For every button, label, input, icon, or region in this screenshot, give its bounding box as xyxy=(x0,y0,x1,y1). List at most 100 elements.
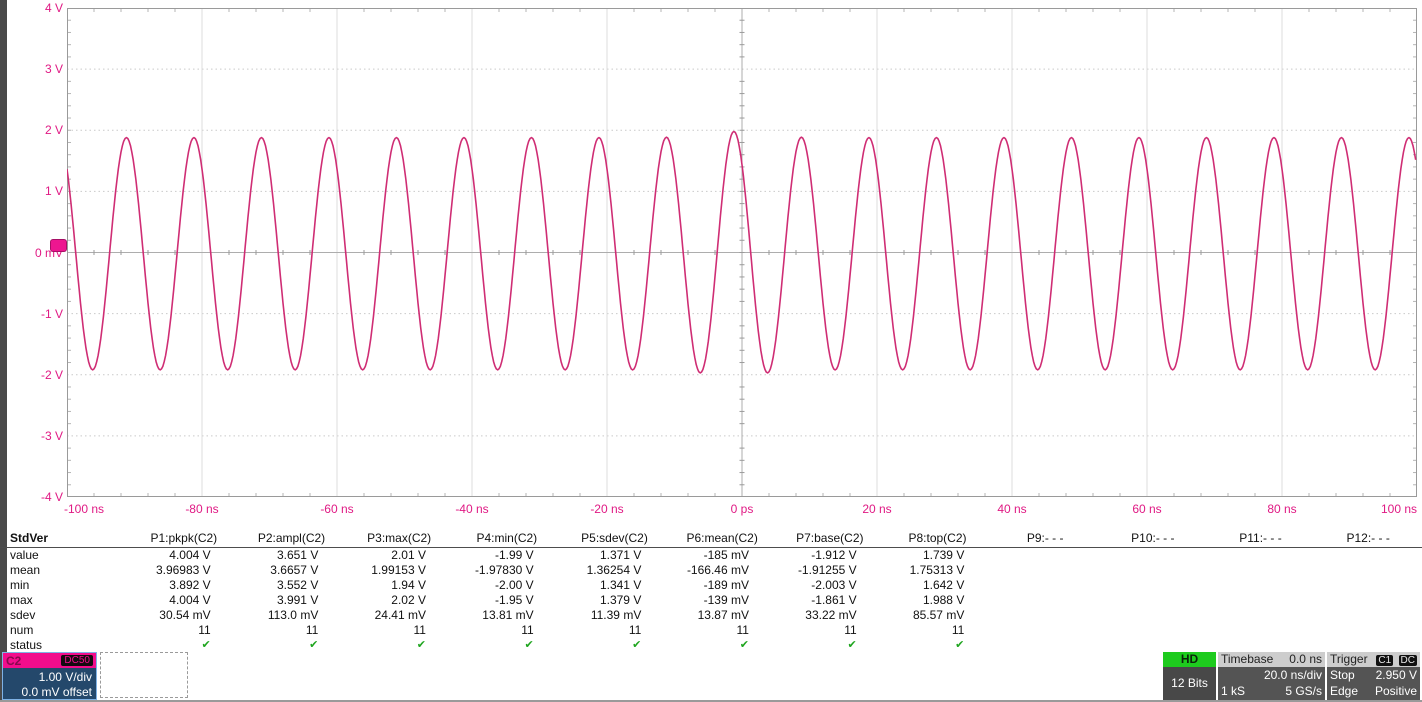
time-label: 100 ns xyxy=(1380,502,1417,516)
measure-row-label: sdev xyxy=(10,608,36,622)
measure-cell: 11 xyxy=(413,623,426,637)
channel2-descriptor-body: 1.00 V/div 0.0 mV offset xyxy=(3,668,96,700)
table-corner-label: StdVer xyxy=(10,531,49,545)
measure-cell: 85.57 mV xyxy=(912,608,965,622)
measure-cell: ✔ xyxy=(847,639,857,651)
measure-cell: -1.861 V xyxy=(811,593,857,607)
trigger-body: Stop 2.950 V Edge Positive xyxy=(1327,667,1420,700)
measure-cell: 2.01 V xyxy=(391,548,426,562)
measure-column-header[interactable]: P3:max(C2) xyxy=(345,530,453,547)
volt-label: -3 V xyxy=(40,428,63,443)
measure-cell xyxy=(991,563,1099,578)
hd-acquisition-box[interactable]: HD 12 Bits xyxy=(1163,652,1216,700)
measure-cell xyxy=(1207,608,1315,623)
measure-cell: 1.371 V xyxy=(599,548,642,562)
measure-cell xyxy=(991,638,1099,653)
measure-cell xyxy=(1207,548,1315,563)
measure-cell: ✔ xyxy=(632,639,642,651)
measure-cell xyxy=(1207,563,1315,578)
measure-cell: 1.379 V xyxy=(599,593,642,607)
measure-column-header[interactable]: P4:min(C2) xyxy=(453,530,561,547)
measure-cell: ✔ xyxy=(416,639,426,651)
measure-cell: -1.97830 V xyxy=(474,563,534,577)
measure-row-label: min xyxy=(10,578,30,592)
measure-cell: 11 xyxy=(844,623,857,637)
measure-cell xyxy=(1207,638,1315,653)
measure-cell xyxy=(1314,638,1422,653)
trigger-coupling-badge: DC xyxy=(1398,655,1417,666)
measure-cell: ✔ xyxy=(739,639,749,651)
measure-row: mean 3.96983 V 3.6657 V 1.99153 V -1.97830 V… xyxy=(0,563,1422,578)
measure-column-header[interactable]: P2:ampl(C2) xyxy=(238,530,346,547)
hd-bits-label: 12 Bits xyxy=(1171,676,1208,690)
timebase-title: Timebase xyxy=(1221,652,1274,666)
measure-column-header[interactable]: P5:sdev(C2) xyxy=(561,530,669,547)
waveform-graticule[interactable] xyxy=(66,8,1417,497)
timebase-samples: 1 kS xyxy=(1221,684,1246,698)
measure-column-header[interactable]: P7:base(C2) xyxy=(776,530,884,547)
measure-cell: 3.6657 V xyxy=(270,563,319,577)
measure-cell: 3.96983 V xyxy=(155,563,211,577)
measure-cell: 1.988 V xyxy=(922,593,965,607)
measure-cell: 13.81 mV xyxy=(482,608,534,622)
measurement-table: StdVer P1:pkpk(C2) P2:ampl(C2) P3:max(C2) P4… xyxy=(0,530,1422,653)
measure-cell: 33.22 mV xyxy=(805,608,857,622)
volt-label: -1 V xyxy=(40,306,63,321)
measure-cell: -139 mV xyxy=(703,593,749,607)
measure-cell: 11 xyxy=(521,623,534,637)
time-label: -100 ns xyxy=(64,502,105,516)
measure-cell: 11.39 mV xyxy=(590,608,642,622)
measure-column-header[interactable]: P1:pkpk(C2) xyxy=(130,530,238,547)
channel2-descriptor-box[interactable]: C2 DC50 1.00 V/div 0.0 mV offset xyxy=(2,652,97,700)
trigger-header: Trigger C1 DC xyxy=(1327,652,1420,667)
measure-row: num 11 11 11 11 11 11 11 11 xyxy=(0,623,1422,638)
measure-cell: 1.75313 V xyxy=(909,563,965,577)
measure-column-header[interactable]: P10:- - - xyxy=(1099,530,1207,547)
measure-cell xyxy=(1314,593,1422,608)
measure-column-header[interactable]: P9:- - - xyxy=(991,530,1099,547)
measure-cell: 4.004 V xyxy=(169,593,211,607)
measure-cell: 1.36254 V xyxy=(586,563,642,577)
measure-cell: 4.004 V xyxy=(169,548,211,562)
waveform-plot xyxy=(66,8,1417,497)
measure-cell xyxy=(1099,578,1207,593)
measure-cell: ✔ xyxy=(524,639,534,651)
measure-cell: -1.91255 V xyxy=(797,563,857,577)
measure-cell: 1.341 V xyxy=(599,578,642,592)
time-label: -60 ns xyxy=(320,502,354,516)
trigger-descriptor-box[interactable]: Trigger C1 DC Stop 2.950 V Edge Positive xyxy=(1327,652,1420,700)
timebase-descriptor-box[interactable]: Timebase 0.0 ns 20.0 ns/div 1 kS 5 GS/s xyxy=(1218,652,1325,700)
empty-descriptor-slot[interactable] xyxy=(100,652,188,698)
measure-column-header[interactable]: P11:- - - xyxy=(1207,530,1315,547)
measure-cell xyxy=(1099,623,1207,638)
measure-row: value 4.004 V 3.651 V 2.01 V -1.99 V 1.371 V -… xyxy=(0,548,1422,563)
measure-cell xyxy=(1314,548,1422,563)
trigger-source-badge: C1 xyxy=(1376,655,1394,666)
volt-label: 2 V xyxy=(44,123,63,138)
measure-cell: -2.00 V xyxy=(494,578,534,592)
timebase-header: Timebase 0.0 ns xyxy=(1218,652,1325,667)
measure-cell xyxy=(1099,563,1207,578)
time-label: -40 ns xyxy=(455,502,489,516)
measure-column-header[interactable]: P12:- - - xyxy=(1314,530,1422,547)
measure-column-header[interactable]: P8:top(C2) xyxy=(884,530,992,547)
timebase-body: 20.0 ns/div 1 kS 5 GS/s xyxy=(1218,667,1325,700)
measure-cell: ✔ xyxy=(955,639,965,651)
channel2-zero-level-marker[interactable] xyxy=(50,239,67,252)
measure-cell: 11 xyxy=(951,623,965,637)
measure-cell: 30.54 mV xyxy=(159,608,211,622)
measure-cell xyxy=(1314,623,1422,638)
measure-cell: 1.99153 V xyxy=(371,563,426,577)
oscilloscope-screen: 4 V3 V2 V1 V0 mV -1 V -2 V -3 V -4 V -100 ns… xyxy=(0,0,1422,702)
measure-cell xyxy=(1099,593,1207,608)
measure-cell: 11 xyxy=(628,623,642,637)
time-label: 40 ns xyxy=(997,502,1027,516)
measure-column-header[interactable]: P6:mean(C2) xyxy=(668,530,776,547)
measure-cell: 11 xyxy=(736,623,749,637)
channel2-descriptor-header: C2 DC50 xyxy=(3,653,96,668)
trigger-badges: C1 DC xyxy=(1374,652,1417,667)
measure-cell: 1.94 V xyxy=(391,578,426,592)
measure-row-label: num xyxy=(10,623,34,637)
measure-row: sdev 30.54 mV 113.0 mV 24.41 mV 13.81 mV 11.3… xyxy=(0,608,1422,623)
measure-cell: 3.651 V xyxy=(276,548,319,562)
